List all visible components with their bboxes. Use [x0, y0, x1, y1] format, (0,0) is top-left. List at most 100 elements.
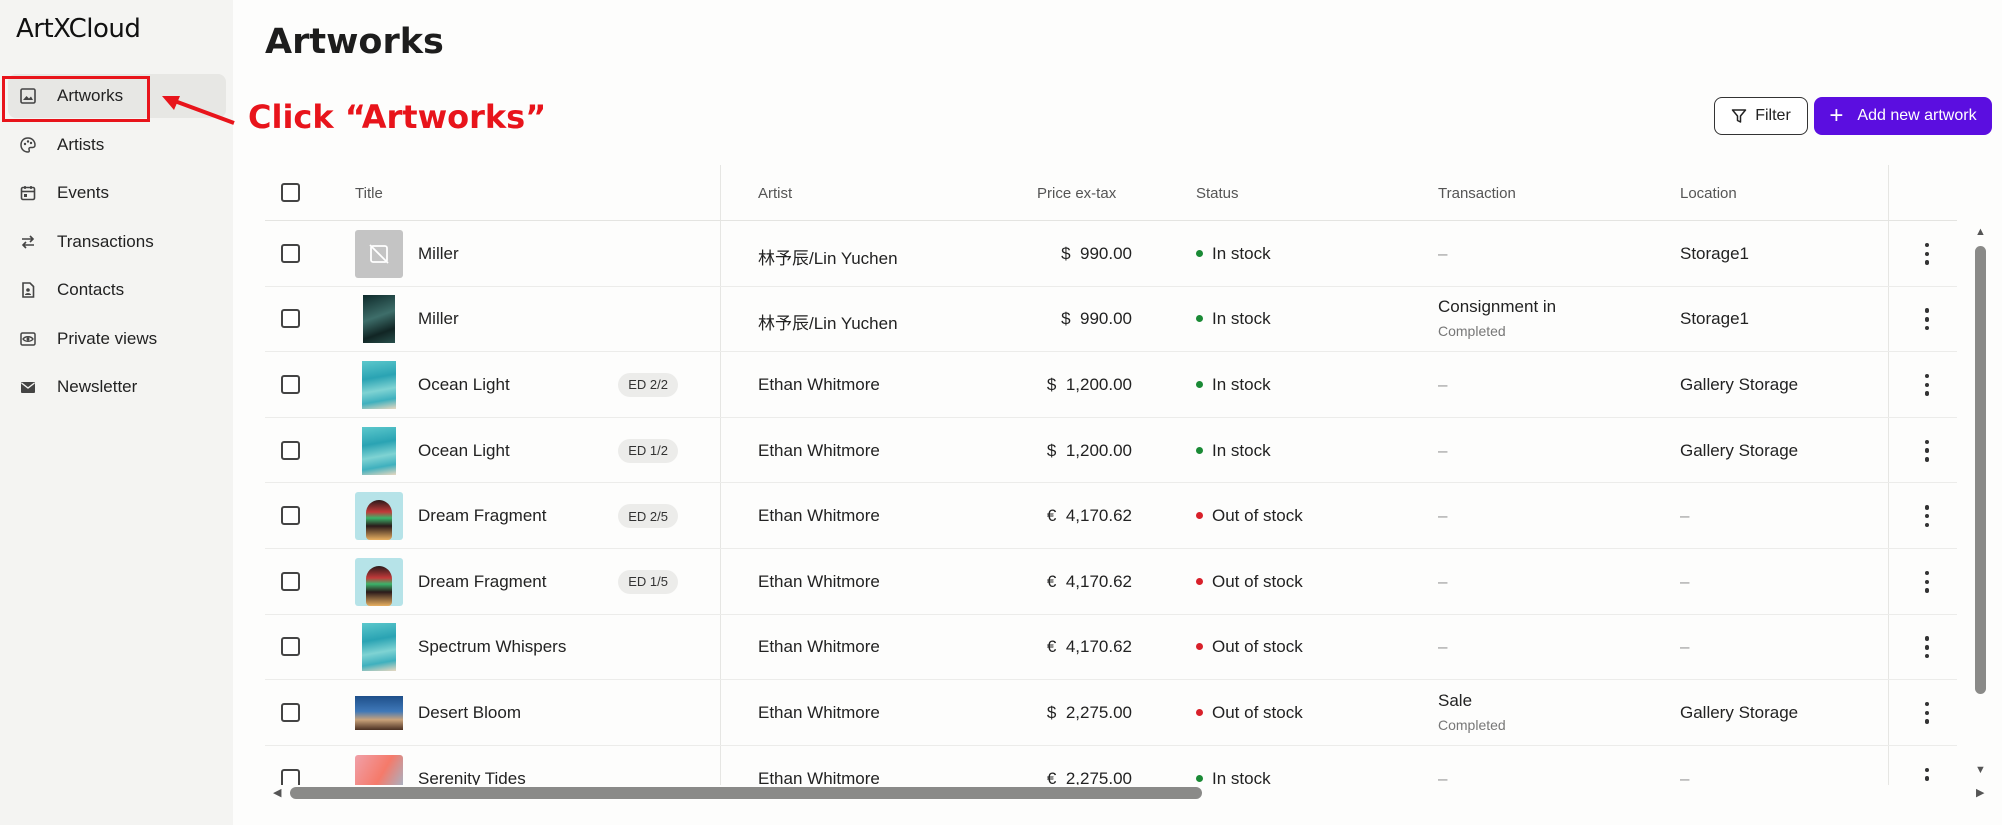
table-row[interactable]: Spectrum Whispers Ethan Whitmore € 4,170.6…	[265, 615, 1957, 681]
scroll-right-arrow-icon[interactable]: ▶	[1976, 786, 1984, 799]
artist-name[interactable]: Ethan Whitmore	[758, 441, 880, 461]
row-checkbox[interactable]	[281, 571, 300, 591]
status-text: Out of stock	[1212, 571, 1303, 591]
filter-button[interactable]: Filter	[1714, 97, 1808, 135]
artwork-thumbnail[interactable]	[355, 754, 403, 785]
row-checkbox[interactable]	[281, 440, 300, 460]
status-dot	[1196, 577, 1203, 585]
annotation-arrow-icon	[162, 96, 235, 125]
artwork-title[interactable]: Spectrum Whispers	[418, 637, 566, 657]
artwork-thumbnail[interactable]	[355, 623, 403, 672]
location-value: –	[1680, 506, 1690, 526]
table-row[interactable]: Ocean Light ED 2/2 Ethan Whitmore $ 1,200.0…	[265, 352, 1957, 418]
row-more-actions-icon[interactable]	[1924, 701, 1930, 724]
artist-name[interactable]: Ethan Whitmore	[758, 769, 880, 785]
row-more-actions-icon[interactable]	[1924, 636, 1930, 659]
location-value: Gallery Storage	[1680, 440, 1799, 460]
artist-name[interactable]: Ethan Whitmore	[758, 572, 880, 592]
table-row[interactable]: Miller 林予辰/Lin Yuchen $ 990.00 In stock Cons…	[265, 287, 1957, 353]
transaction-cell[interactable]: Consignment in Completed	[1438, 297, 1556, 339]
horizontal-scrollbar-thumb[interactable]	[290, 787, 1202, 799]
sidebar-item-events[interactable]: Events	[8, 171, 226, 215]
artwork-thumbnail[interactable]	[355, 492, 403, 541]
artwork-title[interactable]: Dream Fragment	[418, 572, 546, 592]
artwork-thumbnail[interactable]	[355, 426, 403, 475]
scroll-down-arrow-icon[interactable]: ▼	[1975, 764, 1986, 776]
artwork-title[interactable]: Miller	[418, 309, 459, 329]
artist-name[interactable]: 林予辰/Lin Yuchen	[758, 309, 898, 334]
artwork-thumbnail[interactable]	[355, 688, 403, 737]
select-all-checkbox[interactable]	[281, 183, 300, 202]
artwork-thumbnail[interactable]	[355, 295, 403, 344]
row-checkbox[interactable]	[281, 243, 300, 263]
transaction-cell: –	[1438, 243, 1448, 263]
artwork-title[interactable]: Ocean Light	[418, 375, 510, 395]
row-checkbox[interactable]	[281, 506, 300, 526]
sidebar-item-newsletter[interactable]: Newsletter	[8, 365, 226, 409]
artwork-title[interactable]: Desert Bloom	[418, 703, 521, 723]
artwork-title[interactable]: Serenity Tides	[418, 769, 526, 785]
row-checkbox[interactable]	[281, 374, 300, 394]
add-new-artwork-button[interactable]: + Add new artwork	[1814, 97, 1992, 135]
column-header-location[interactable]: Location	[1680, 185, 1737, 202]
table-row[interactable]: Miller 林予辰/Lin Yuchen $ 990.00 In stock – Sto…	[265, 221, 1957, 287]
sidebar-item-transactions[interactable]: Transactions	[8, 220, 226, 264]
artwork-thumbnail[interactable]	[355, 229, 403, 278]
row-checkbox[interactable]	[281, 768, 300, 785]
artist-name[interactable]: Ethan Whitmore	[758, 637, 880, 657]
vertical-scrollbar-thumb[interactable]	[1975, 246, 1986, 694]
table-row[interactable]: Desert Bloom Ethan Whitmore $ 2,275.00 Out …	[265, 680, 1957, 746]
row-more-actions-icon[interactable]	[1924, 439, 1930, 462]
row-more-actions-icon[interactable]	[1924, 308, 1930, 331]
artist-name[interactable]: Ethan Whitmore	[758, 506, 880, 526]
sidebar-item-label: Newsletter	[57, 377, 138, 396]
status-badge: Out of stock	[1196, 506, 1303, 526]
artist-name[interactable]: Ethan Whitmore	[758, 703, 880, 723]
location-value: Gallery Storage	[1680, 374, 1799, 394]
transaction-cell[interactable]: Sale Completed	[1438, 691, 1506, 733]
row-more-actions-icon[interactable]	[1924, 505, 1930, 528]
artwork-thumbnail[interactable]	[355, 557, 403, 606]
row-checkbox[interactable]	[281, 637, 300, 657]
sidebar-item-label: Events	[57, 183, 109, 202]
column-header-transaction[interactable]: Transaction	[1438, 185, 1516, 202]
transaction-type: Consignment in	[1438, 297, 1557, 317]
row-more-actions-icon[interactable]	[1924, 242, 1930, 265]
column-header-status[interactable]: Status	[1196, 185, 1239, 202]
filter-icon	[1731, 109, 1747, 123]
annotation-highlight-box	[2, 76, 150, 122]
table-row[interactable]: Dream Fragment ED 1/5 Ethan Whitmore € 4,17…	[265, 549, 1957, 615]
price-value: € 2,275.00	[1046, 768, 1132, 785]
sidebar-item-private-views[interactable]: Private views	[8, 317, 226, 361]
artwork-title[interactable]: Miller	[418, 244, 459, 264]
app-logo[interactable]: ArtXCloud	[16, 14, 141, 44]
status-text: In stock	[1212, 374, 1271, 394]
table-row[interactable]: Serenity Tides Ethan Whitmore € 2,275.00 In…	[265, 746, 1957, 785]
status-dot	[1196, 709, 1203, 716]
artist-name[interactable]: 林予辰/Lin Yuchen	[758, 244, 898, 269]
artwork-title[interactable]: Ocean Light	[418, 441, 510, 461]
table-row[interactable]: Dream Fragment ED 2/5 Ethan Whitmore € 4,17…	[265, 483, 1957, 549]
status-text: Out of stock	[1212, 702, 1303, 722]
row-checkbox[interactable]	[281, 702, 300, 722]
artist-name[interactable]: Ethan Whitmore	[758, 375, 880, 395]
row-more-actions-icon[interactable]	[1924, 570, 1930, 593]
transaction-cell: –	[1438, 440, 1448, 460]
row-checkbox[interactable]	[281, 309, 300, 329]
row-more-actions-icon[interactable]	[1924, 767, 1930, 785]
contact-icon	[18, 280, 38, 300]
status-badge: In stock	[1196, 769, 1271, 785]
column-header-price[interactable]: Price ex-tax	[1037, 185, 1116, 202]
column-header-title[interactable]: Title	[355, 185, 383, 202]
sidebar-item-label: Private views	[57, 328, 158, 348]
table-row[interactable]: Ocean Light ED 1/2 Ethan Whitmore $ 1,200.0…	[265, 418, 1957, 484]
artwork-thumbnail[interactable]	[355, 360, 403, 409]
scroll-left-arrow-icon[interactable]: ◀	[273, 786, 281, 799]
scroll-up-arrow-icon[interactable]: ▲	[1975, 226, 1986, 238]
status-dot	[1196, 643, 1203, 651]
row-more-actions-icon[interactable]	[1924, 373, 1930, 396]
column-header-artist[interactable]: Artist	[758, 185, 792, 202]
artwork-title[interactable]: Dream Fragment	[418, 506, 546, 526]
sidebar-item-contacts[interactable]: Contacts	[8, 268, 226, 312]
status-text: In stock	[1212, 309, 1271, 329]
